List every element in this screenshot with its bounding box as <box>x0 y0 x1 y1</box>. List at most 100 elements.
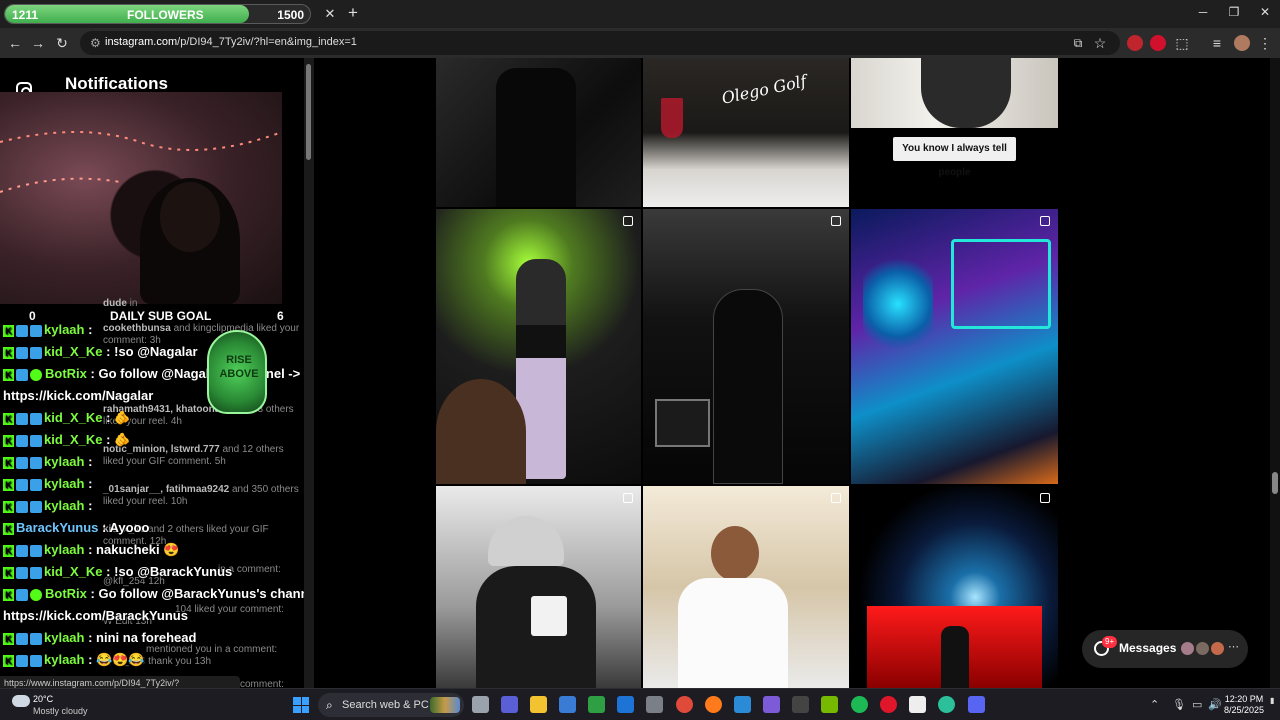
address-bar[interactable]: ⚙ instagram.com/p/DI94_7Ty2iv/?hl=en&img… <box>80 31 1120 55</box>
store-icon[interactable] <box>559 696 576 713</box>
grid-tile[interactable] <box>643 209 849 484</box>
chat-app-icon[interactable] <box>501 696 518 713</box>
kick-badge-icon: K <box>3 412 14 425</box>
tab-close-icon[interactable]: ✕ <box>322 6 338 22</box>
notifications-panel: Notifications dude in cookethbunsa and k… <box>0 58 304 688</box>
tile-figure <box>436 379 526 484</box>
kick-badge-icon: K <box>3 434 14 447</box>
tile-tshirt <box>678 578 788 688</box>
extensions-puzzle-icon[interactable]: ⬚ <box>1173 34 1191 52</box>
minimize-icon[interactable]: ─ <box>1188 5 1218 23</box>
microphone-icon[interactable]: 🎙 <box>1172 698 1186 711</box>
bot-badge-icon <box>16 588 28 601</box>
notification-item[interactable]: comment: <box>240 679 284 688</box>
weather-cloud-icon[interactable] <box>12 695 30 707</box>
restore-icon[interactable]: ❐ <box>1219 5 1249 23</box>
chat-username[interactable]: BarackYunus <box>16 520 98 535</box>
grid-tile[interactable] <box>436 58 641 207</box>
defender-icon[interactable] <box>617 696 634 713</box>
grid-tile[interactable] <box>436 209 641 484</box>
chat-username[interactable]: kid_X_Ke <box>44 564 103 579</box>
discord-icon[interactable] <box>968 696 985 713</box>
chat-username[interactable]: kid_X_Ke <box>44 410 103 425</box>
tile-figure <box>941 626 969 688</box>
kick-badge-icon: K <box>3 346 14 359</box>
chrome-icon[interactable] <box>676 696 693 713</box>
display-icon[interactable]: ▭ <box>1192 698 1202 711</box>
chat-message: Kkid_X_Ke : 🫵 <box>3 410 130 430</box>
chat-username[interactable]: kylaah <box>44 542 84 557</box>
notification-item[interactable]: _01sanjar__, fatihmaa9242 and 350 others <box>103 484 299 495</box>
forward-icon[interactable]: → <box>29 34 47 52</box>
nvidia-icon[interactable] <box>821 696 838 713</box>
page-scrollbar-thumb[interactable] <box>1272 472 1278 494</box>
chat-username[interactable]: kylaah <box>44 652 84 667</box>
chat-username[interactable]: kylaah <box>44 454 84 469</box>
reload-icon[interactable]: ↻ <box>53 34 71 52</box>
taskbar-search[interactable]: ⌕ Search web & PC <box>318 693 464 717</box>
grid-tile[interactable] <box>643 486 849 688</box>
media-control-icon[interactable]: ≡ <box>1208 34 1226 52</box>
chat-link[interactable]: https://kick.com/BarackYunus <box>3 608 188 623</box>
opera-icon[interactable] <box>880 696 897 713</box>
kick-badge-icon: K <box>3 368 14 381</box>
menu-dots-icon[interactable]: ⋮ <box>1256 34 1274 52</box>
chat-username[interactable]: kid_X_Ke <box>44 432 103 447</box>
capcut-icon[interactable] <box>909 696 926 713</box>
grid-tile[interactable] <box>851 58 1058 128</box>
back-icon[interactable]: ← <box>6 34 24 52</box>
search-icon: ⌕ <box>326 698 333 712</box>
mail-icon[interactable] <box>734 696 751 713</box>
xbox-app-icon[interactable] <box>588 696 605 713</box>
task-view-icon[interactable] <box>472 696 489 713</box>
panel-scrollbar-thumb[interactable] <box>306 64 311 160</box>
grid-tile[interactable] <box>851 209 1058 484</box>
notification-item[interactable]: rahamath9431, khatoonafu and 43 others <box>103 404 294 415</box>
chat-separator: : <box>84 476 93 491</box>
start-windows-icon[interactable] <box>293 697 309 713</box>
chat-separator: : <box>84 652 97 667</box>
edge-icon[interactable] <box>938 696 955 713</box>
profile-avatar[interactable] <box>1234 35 1250 51</box>
firefox-icon[interactable] <box>705 696 722 713</box>
chat-text: !so @Nagalar <box>114 344 198 359</box>
close-window-icon[interactable]: ✕ <box>1250 5 1280 23</box>
obs-icon[interactable] <box>792 696 809 713</box>
chat-username[interactable]: kylaah <box>44 322 84 337</box>
spotify-icon[interactable] <box>851 696 868 713</box>
sub-goal-target: 6 <box>277 309 284 323</box>
chat-separator: : <box>86 586 99 601</box>
messages-button[interactable]: 9+ Messages ⋯ <box>1082 630 1248 668</box>
kick-badge-icon: K <box>3 632 14 645</box>
grid-tile[interactable]: Olego Golf <box>643 58 849 207</box>
chat-username[interactable]: kylaah <box>44 498 84 513</box>
chat-username[interactable]: BotRix <box>45 586 87 601</box>
extension-icon[interactable] <box>1150 35 1166 51</box>
chat-message: Kkylaah : nini na forehead <box>3 630 196 650</box>
chat-username[interactable]: kid_X_Ke <box>44 344 103 359</box>
new-tab-icon[interactable]: + <box>344 4 362 22</box>
chat-username[interactable]: kylaah <box>44 476 84 491</box>
grid-tile[interactable] <box>436 486 641 688</box>
chat-link[interactable]: https://kick.com/Nagalar <box>3 388 153 403</box>
bookmark-star-icon[interactable]: ☆ <box>1091 34 1109 52</box>
grid-tile[interactable] <box>851 486 1058 688</box>
chat-username[interactable]: kylaah <box>44 630 84 645</box>
install-app-icon[interactable]: ⧉ <box>1069 34 1087 52</box>
file-explorer-icon[interactable] <box>530 696 547 713</box>
page-scrollbar[interactable] <box>1270 58 1280 688</box>
chat-username[interactable]: BotRix <box>45 366 87 381</box>
windows-taskbar: 20°C Mostly cloudy ⌕ Search web & PC ⌃ 🎙… <box>0 688 1280 720</box>
subscriber-badge-icon <box>30 346 42 359</box>
game-icon[interactable] <box>763 696 780 713</box>
settings-icon[interactable] <box>646 696 663 713</box>
chat-separator: : <box>102 344 115 359</box>
string-lights-decoration <box>0 131 282 193</box>
site-info-icon[interactable]: ⚙ <box>90 36 101 50</box>
notification-bell-icon[interactable]: ▮ <box>1270 696 1274 705</box>
notification-item[interactable]: cookethbunsa and kingclipmedia liked you… <box>103 323 299 334</box>
taskbar-clock[interactable]: 12:20 PM 8/25/2025 <box>1218 694 1270 716</box>
extension-icon[interactable] <box>1127 35 1143 51</box>
tray-chevron-icon[interactable]: ⌃ <box>1150 698 1159 711</box>
emblem-line-2: ABOVE <box>219 368 259 380</box>
